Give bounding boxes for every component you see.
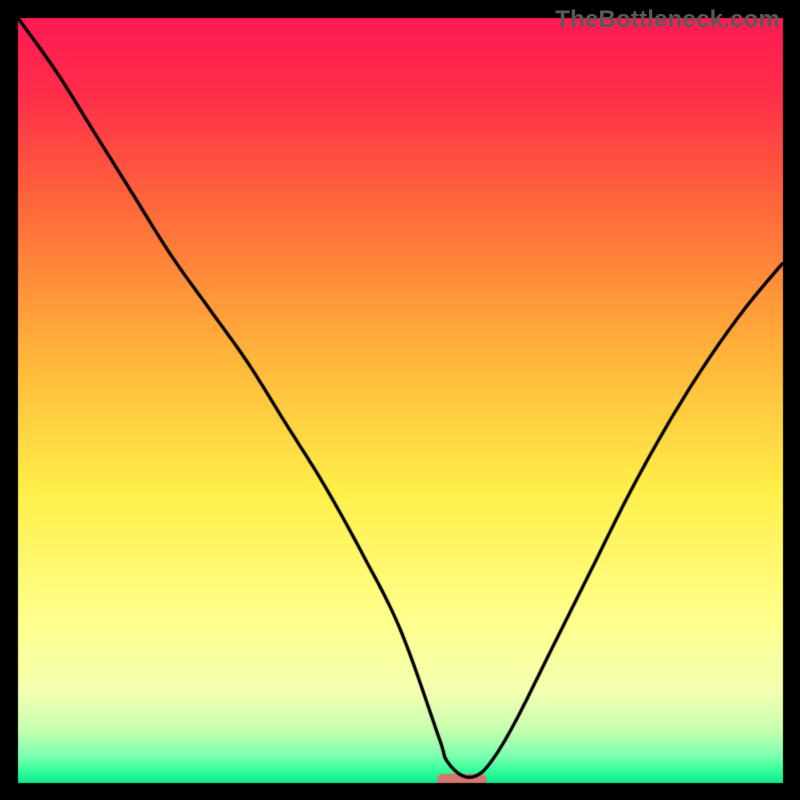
- watermark-label: TheBottleneck.com: [555, 6, 780, 34]
- bottleneck-chart-canvas: [0, 0, 800, 800]
